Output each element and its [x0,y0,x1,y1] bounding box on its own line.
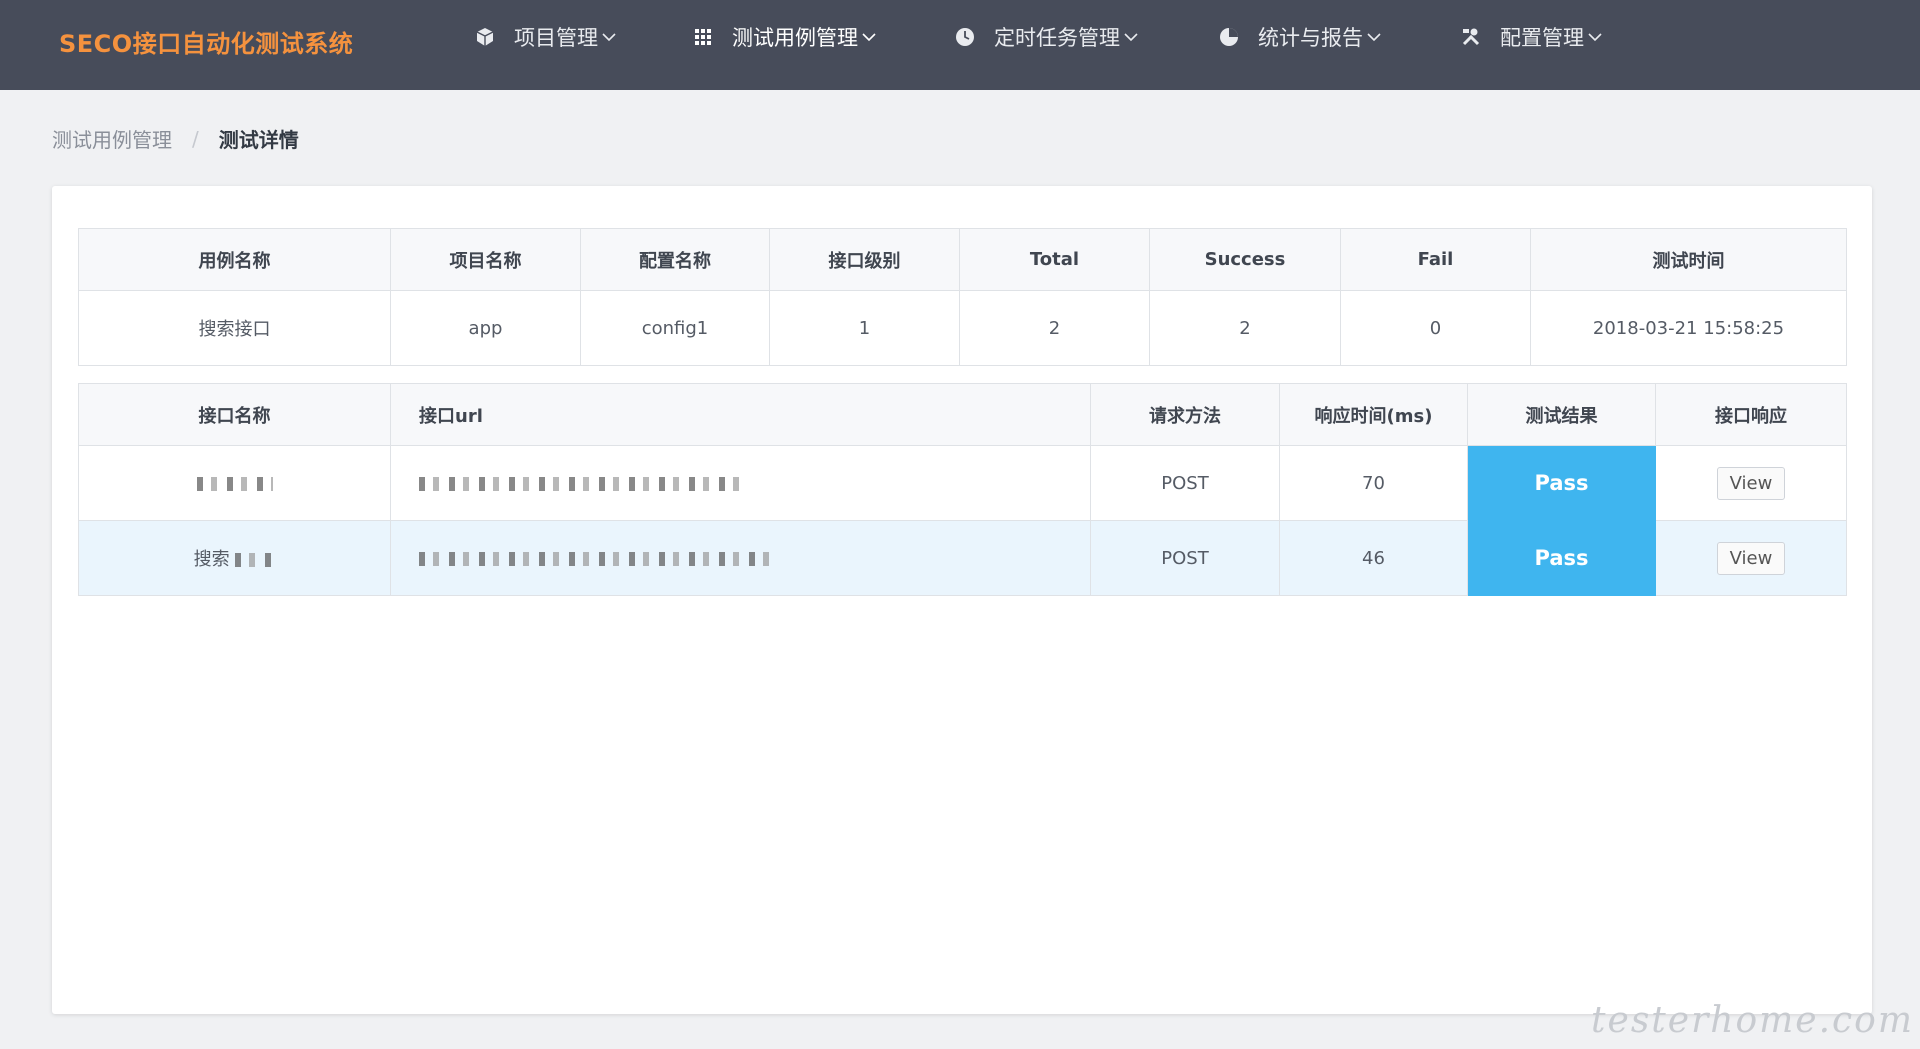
test-result-cell: Pass [1467,520,1656,596]
summary-header-row: 用例名称 项目名称 配置名称 接口级别 Total Success Fail 测… [78,228,1847,291]
chevron-down-icon [1124,30,1138,44]
column-header: 响应时间(ms) [1279,383,1468,446]
nav-item-label: 项目管理 [514,26,598,50]
response-time-cell: 70 [1279,445,1468,521]
column-header: Total [959,228,1150,291]
column-header: 测试结果 [1467,383,1656,446]
config-name-cell: config1 [580,290,770,366]
column-header: 接口url [390,383,1091,446]
summary-table: 用例名称 项目名称 配置名称 接口级别 Total Success Fail 测… [78,228,1847,366]
api-response-cell: View [1655,445,1847,521]
grid-icon [692,26,714,48]
breadcrumb-current: 测试详情 [218,128,299,152]
clock-icon [954,26,976,48]
case-name-cell: 搜索接口 [78,290,391,366]
nav-item-label: 定时任务管理 [994,26,1120,50]
nav-item-test-case-management[interactable]: 测试用例管理 [692,22,876,52]
api-name-text: 搜索 [193,549,230,570]
top-nav-bar: SECO接口自动化测试系统 项目管理 测试用例管理 定时任务管理 统计与报告 配… [0,0,1920,90]
api-name-cell: 搜索 [78,520,391,596]
column-header: 接口响应 [1655,383,1847,446]
redacted-block [419,551,769,566]
table-row: 搜索 POST 46 Pass View [78,520,1847,596]
request-method-cell: POST [1090,520,1280,596]
watermark: testerhome.com [1591,1000,1914,1041]
content-card: 用例名称 项目名称 配置名称 接口级别 Total Success Fail 测… [52,186,1872,1014]
nav-item-scheduled-task-management[interactable]: 定时任务管理 [954,22,1138,52]
column-header: Fail [1340,228,1531,291]
redacted-block [419,476,749,491]
response-time-cell: 46 [1279,520,1468,596]
chevron-down-icon [862,30,876,44]
breadcrumb-parent-link[interactable]: 测试用例管理 [52,124,172,153]
api-level-cell: 1 [769,290,960,366]
breadcrumb-separator: / [192,126,199,151]
api-response-cell: View [1655,520,1847,596]
request-method-cell: POST [1090,445,1280,521]
cube-icon [474,26,496,48]
column-header: 请求方法 [1090,383,1280,446]
nav-item-label: 测试用例管理 [732,26,858,50]
api-details-table: 接口名称 接口url 请求方法 响应时间(ms) 测试结果 接口响应 POST [78,383,1847,596]
column-header: 接口名称 [78,383,391,446]
app-brand[interactable]: SECO接口自动化测试系统 [59,24,353,59]
project-name-cell: app [390,290,581,366]
api-url-cell [390,445,1091,521]
chevron-down-icon [1588,30,1602,44]
nav-item-label: 配置管理 [1500,26,1584,50]
view-response-button[interactable]: View [1716,466,1786,500]
column-header: 用例名称 [78,228,391,291]
details-header-row: 接口名称 接口url 请求方法 响应时间(ms) 测试结果 接口响应 [78,383,1847,446]
column-header: 项目名称 [390,228,581,291]
nav-item-config-management[interactable]: 配置管理 [1460,22,1602,52]
breadcrumb: 测试用例管理 / 测试详情 [52,124,299,153]
success-cell: 2 [1149,290,1341,366]
tools-icon [1460,26,1482,48]
chevron-down-icon [1367,30,1381,44]
nav-item-label: 统计与报告 [1258,26,1363,50]
table-row: 搜索接口 app config1 1 2 2 0 2018-03-21 15:5… [78,290,1847,366]
table-row: POST 70 Pass View [78,445,1847,521]
column-header: 配置名称 [580,228,770,291]
nav-item-project-management[interactable]: 项目管理 [474,22,616,52]
api-url-cell [390,520,1091,596]
api-name-cell [78,445,391,521]
pie-chart-icon [1218,26,1240,48]
total-cell: 2 [959,290,1150,366]
redacted-block [196,476,273,491]
column-header: 接口级别 [769,228,960,291]
view-response-button[interactable]: View [1716,541,1786,575]
test-result-cell: Pass [1467,445,1656,521]
test-time-cell: 2018-03-21 15:58:25 [1530,290,1847,366]
redacted-block [235,553,276,567]
chevron-down-icon [602,30,616,44]
nav-item-statistics-and-reports[interactable]: 统计与报告 [1218,22,1381,52]
fail-cell: 0 [1340,290,1531,366]
column-header: Success [1149,228,1341,291]
column-header: 测试时间 [1530,228,1847,291]
